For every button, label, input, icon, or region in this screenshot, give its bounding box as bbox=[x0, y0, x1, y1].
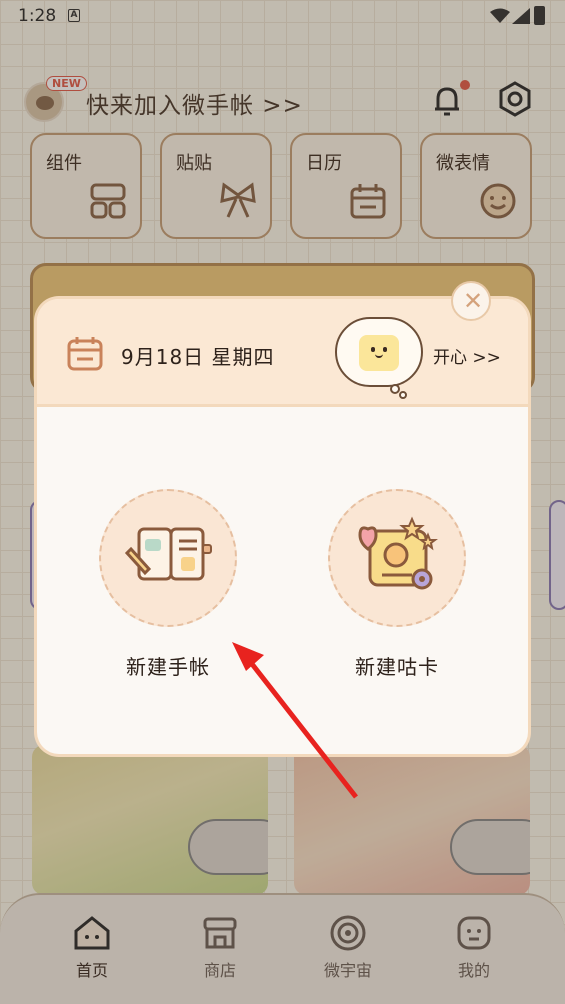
red-pointer-arrow-icon bbox=[232, 642, 358, 799]
